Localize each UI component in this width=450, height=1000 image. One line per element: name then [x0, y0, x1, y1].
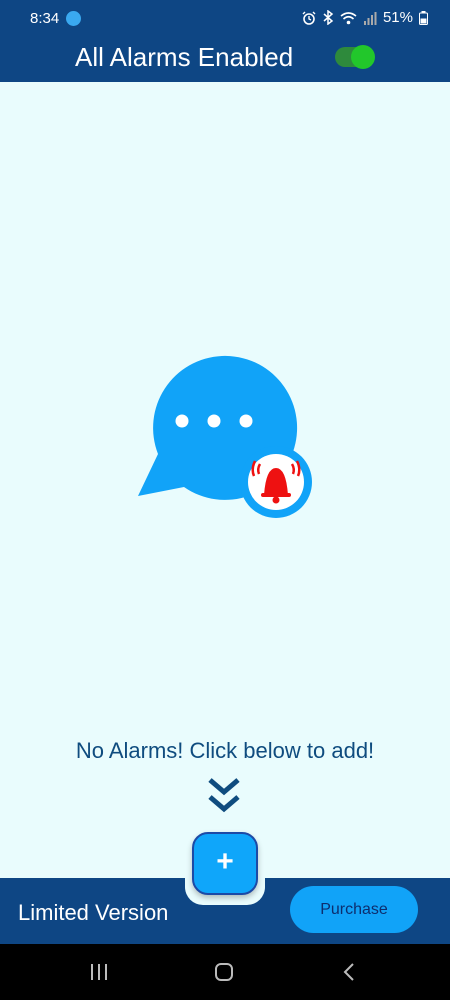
- status-bar: 8:34 51%: [0, 0, 450, 38]
- all-alarms-toggle[interactable]: [335, 45, 375, 69]
- add-alarm-button[interactable]: +: [192, 832, 258, 895]
- recent-apps-icon[interactable]: [86, 960, 112, 984]
- alarm-icon: [302, 11, 316, 25]
- chat-bubble-alarm-icon: [138, 355, 312, 518]
- status-time: 8:34: [30, 10, 60, 27]
- app-notification-icon: [66, 11, 81, 26]
- app-header: All Alarms Enabled: [0, 38, 450, 82]
- back-icon[interactable]: [337, 960, 363, 984]
- toggle-knob: [351, 45, 375, 69]
- limited-version-label: Limited Version: [18, 900, 169, 925]
- system-nav-bar: [0, 944, 450, 1000]
- battery-percent: 51%: [382, 9, 413, 26]
- double-chevron-down-icon: [208, 778, 240, 813]
- empty-state-message: No Alarms! Click below to add!: [75, 738, 375, 763]
- home-icon[interactable]: [211, 960, 237, 984]
- status-icons: 51%: [302, 9, 428, 26]
- signal-icon: [363, 11, 377, 25]
- wifi-icon: [340, 11, 357, 24]
- bluetooth-icon: [323, 10, 334, 25]
- purchase-button[interactable]: Purchase: [290, 886, 418, 933]
- page-title: All Alarms Enabled: [75, 42, 294, 72]
- battery-icon: [419, 10, 428, 25]
